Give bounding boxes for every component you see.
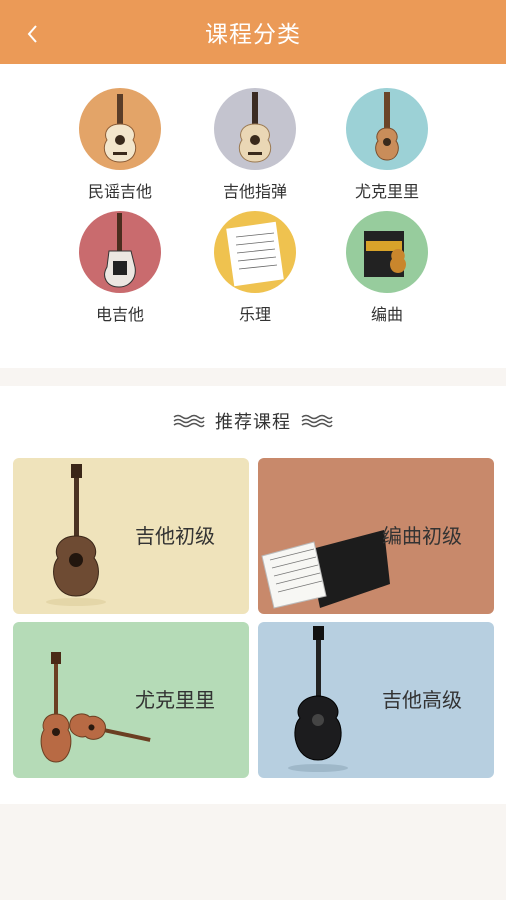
recommend-heading: 推荐课程	[0, 406, 506, 436]
fingerstyle-guitar-image	[214, 88, 296, 170]
category-label: 吉他指弹	[222, 182, 287, 201]
category-music-theory[interactable]: 乐理	[195, 211, 315, 325]
course-label: 吉他初级	[135, 524, 215, 548]
sheet-music-image	[261, 530, 390, 609]
ukulele-pair-image	[40, 652, 151, 763]
category-fingerstyle[interactable]: 吉他指弹	[195, 88, 315, 202]
category-folk-guitar[interactable]: 民谣吉他	[60, 88, 180, 202]
category-label: 乐理	[238, 305, 271, 324]
back-button[interactable]	[18, 14, 48, 54]
course-card-guitar-beginner[interactable]: 吉他初级	[13, 458, 249, 614]
category-label: 民谣吉他	[87, 182, 152, 201]
category-arrangement[interactable]: 编曲	[327, 211, 447, 325]
black-guitar-image	[288, 626, 348, 772]
page-title: 课程分类	[205, 22, 301, 48]
category-label: 编曲	[370, 305, 403, 324]
chevron-left-icon	[27, 25, 37, 43]
category-ukulele[interactable]: 尤克里里	[327, 88, 447, 202]
folk-guitar-image	[79, 88, 161, 170]
arrangement-image	[346, 211, 428, 293]
course-card-guitar-advanced[interactable]: 吉他高级	[258, 622, 494, 778]
ukulele-image	[346, 88, 428, 170]
recommend-title: 推荐课程	[215, 412, 291, 433]
course-card-ukulele[interactable]: 尤克里里	[13, 622, 249, 778]
category-panel: 民谣吉他 吉他指弹 尤克里里 电吉他 乐理 编曲	[0, 64, 506, 368]
top-bar: 课程分类	[0, 0, 506, 64]
course-label: 编曲初级	[382, 524, 462, 548]
electric-guitar-image	[79, 211, 161, 293]
course-label: 尤克里里	[135, 688, 215, 712]
category-electric-guitar[interactable]: 电吉他	[60, 211, 180, 325]
music-theory-image	[214, 211, 296, 293]
acoustic-guitar-image	[46, 464, 106, 606]
wave-icon	[301, 413, 333, 429]
recommend-panel: 推荐课程 吉他初级 编曲初级 尤克里里 吉他高级	[0, 386, 506, 804]
wave-icon	[173, 413, 205, 429]
category-label: 电吉他	[95, 305, 144, 324]
course-label: 吉他高级	[382, 688, 462, 712]
category-label: 尤克里里	[354, 182, 419, 201]
course-card-arrangement-beginner[interactable]: 编曲初级	[258, 458, 494, 614]
